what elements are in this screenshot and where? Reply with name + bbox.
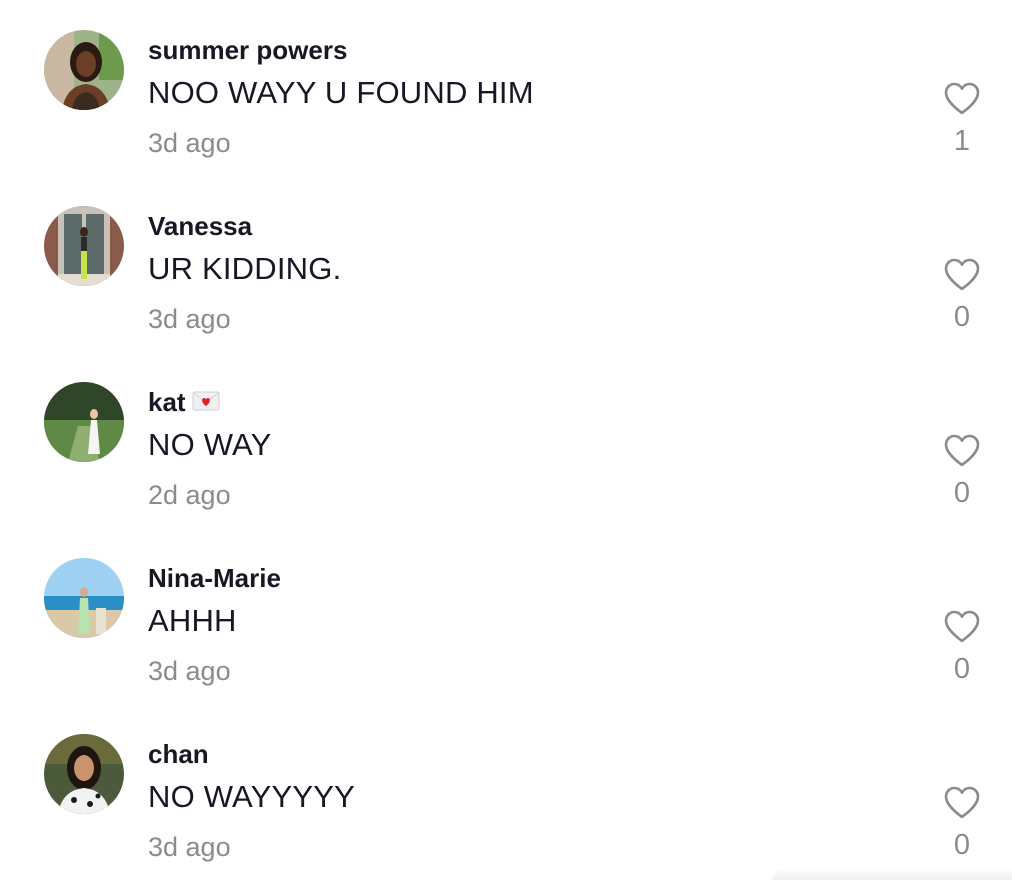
comment-item: Nina-Marie AHHH 3d ago 0 (0, 528, 1012, 704)
comment-username[interactable]: Nina-Marie (148, 562, 281, 594)
like-count: 0 (953, 477, 971, 509)
like-button[interactable]: 0 (930, 782, 994, 866)
like-button[interactable]: 0 (930, 606, 994, 690)
avatar[interactable] (44, 558, 124, 638)
avatar[interactable] (44, 734, 124, 814)
like-button[interactable]: 0 (930, 430, 994, 514)
comment-text: NO WAY (148, 427, 272, 462)
like-button[interactable]: 0 (930, 254, 994, 338)
comment-username[interactable]: kat (148, 386, 220, 420)
username-label: kat (148, 387, 186, 417)
comment-text: NO WAYYYYY (148, 779, 355, 814)
like-count: 1 (953, 125, 971, 157)
avatar-image (44, 206, 124, 286)
avatar-image (44, 558, 124, 638)
comment-timestamp: 3d ago (148, 304, 231, 334)
comment-timestamp: 3d ago (148, 832, 231, 862)
avatar-image (44, 734, 124, 814)
heart-outline-icon (944, 258, 980, 291)
comment-item: summer powers NOO WAYY U FOUND HIM 3d ag… (0, 0, 1012, 176)
heart-outline-icon (944, 82, 980, 115)
comment-text: NOO WAYY U FOUND HIM (148, 75, 534, 110)
comment-username[interactable]: summer powers (148, 34, 347, 66)
comment-timestamp: 2d ago (148, 480, 231, 510)
like-count: 0 (953, 829, 971, 861)
comment-list: summer powers NOO WAYY U FOUND HIM 3d ag… (0, 0, 1012, 880)
love-letter-emoji-icon (192, 386, 220, 418)
bottom-sheet-edge (772, 868, 1012, 880)
avatar[interactable] (44, 30, 124, 110)
avatar[interactable] (44, 382, 124, 462)
like-button[interactable]: 1 (930, 78, 994, 162)
comment-text: AHHH (148, 603, 237, 638)
comment-item: Vanessa UR KIDDING. 3d ago 0 (0, 176, 1012, 352)
comment-item: kat NO WAY 2d ago 0 (0, 352, 1012, 528)
heart-outline-icon (944, 610, 980, 643)
comment-timestamp: 3d ago (148, 656, 231, 686)
avatar-image (44, 382, 124, 462)
comment-username[interactable]: chan (148, 738, 209, 770)
comment-text: UR KIDDING. (148, 251, 342, 286)
comment-item: chan NO WAYYYYY 3d ago 0 (0, 704, 1012, 880)
heart-outline-icon (944, 786, 980, 819)
like-count: 0 (953, 301, 971, 333)
avatar-image (44, 30, 124, 110)
like-count: 0 (953, 653, 971, 685)
comment-timestamp: 3d ago (148, 128, 231, 158)
heart-outline-icon (944, 434, 980, 467)
avatar[interactable] (44, 206, 124, 286)
comment-username[interactable]: Vanessa (148, 210, 252, 242)
